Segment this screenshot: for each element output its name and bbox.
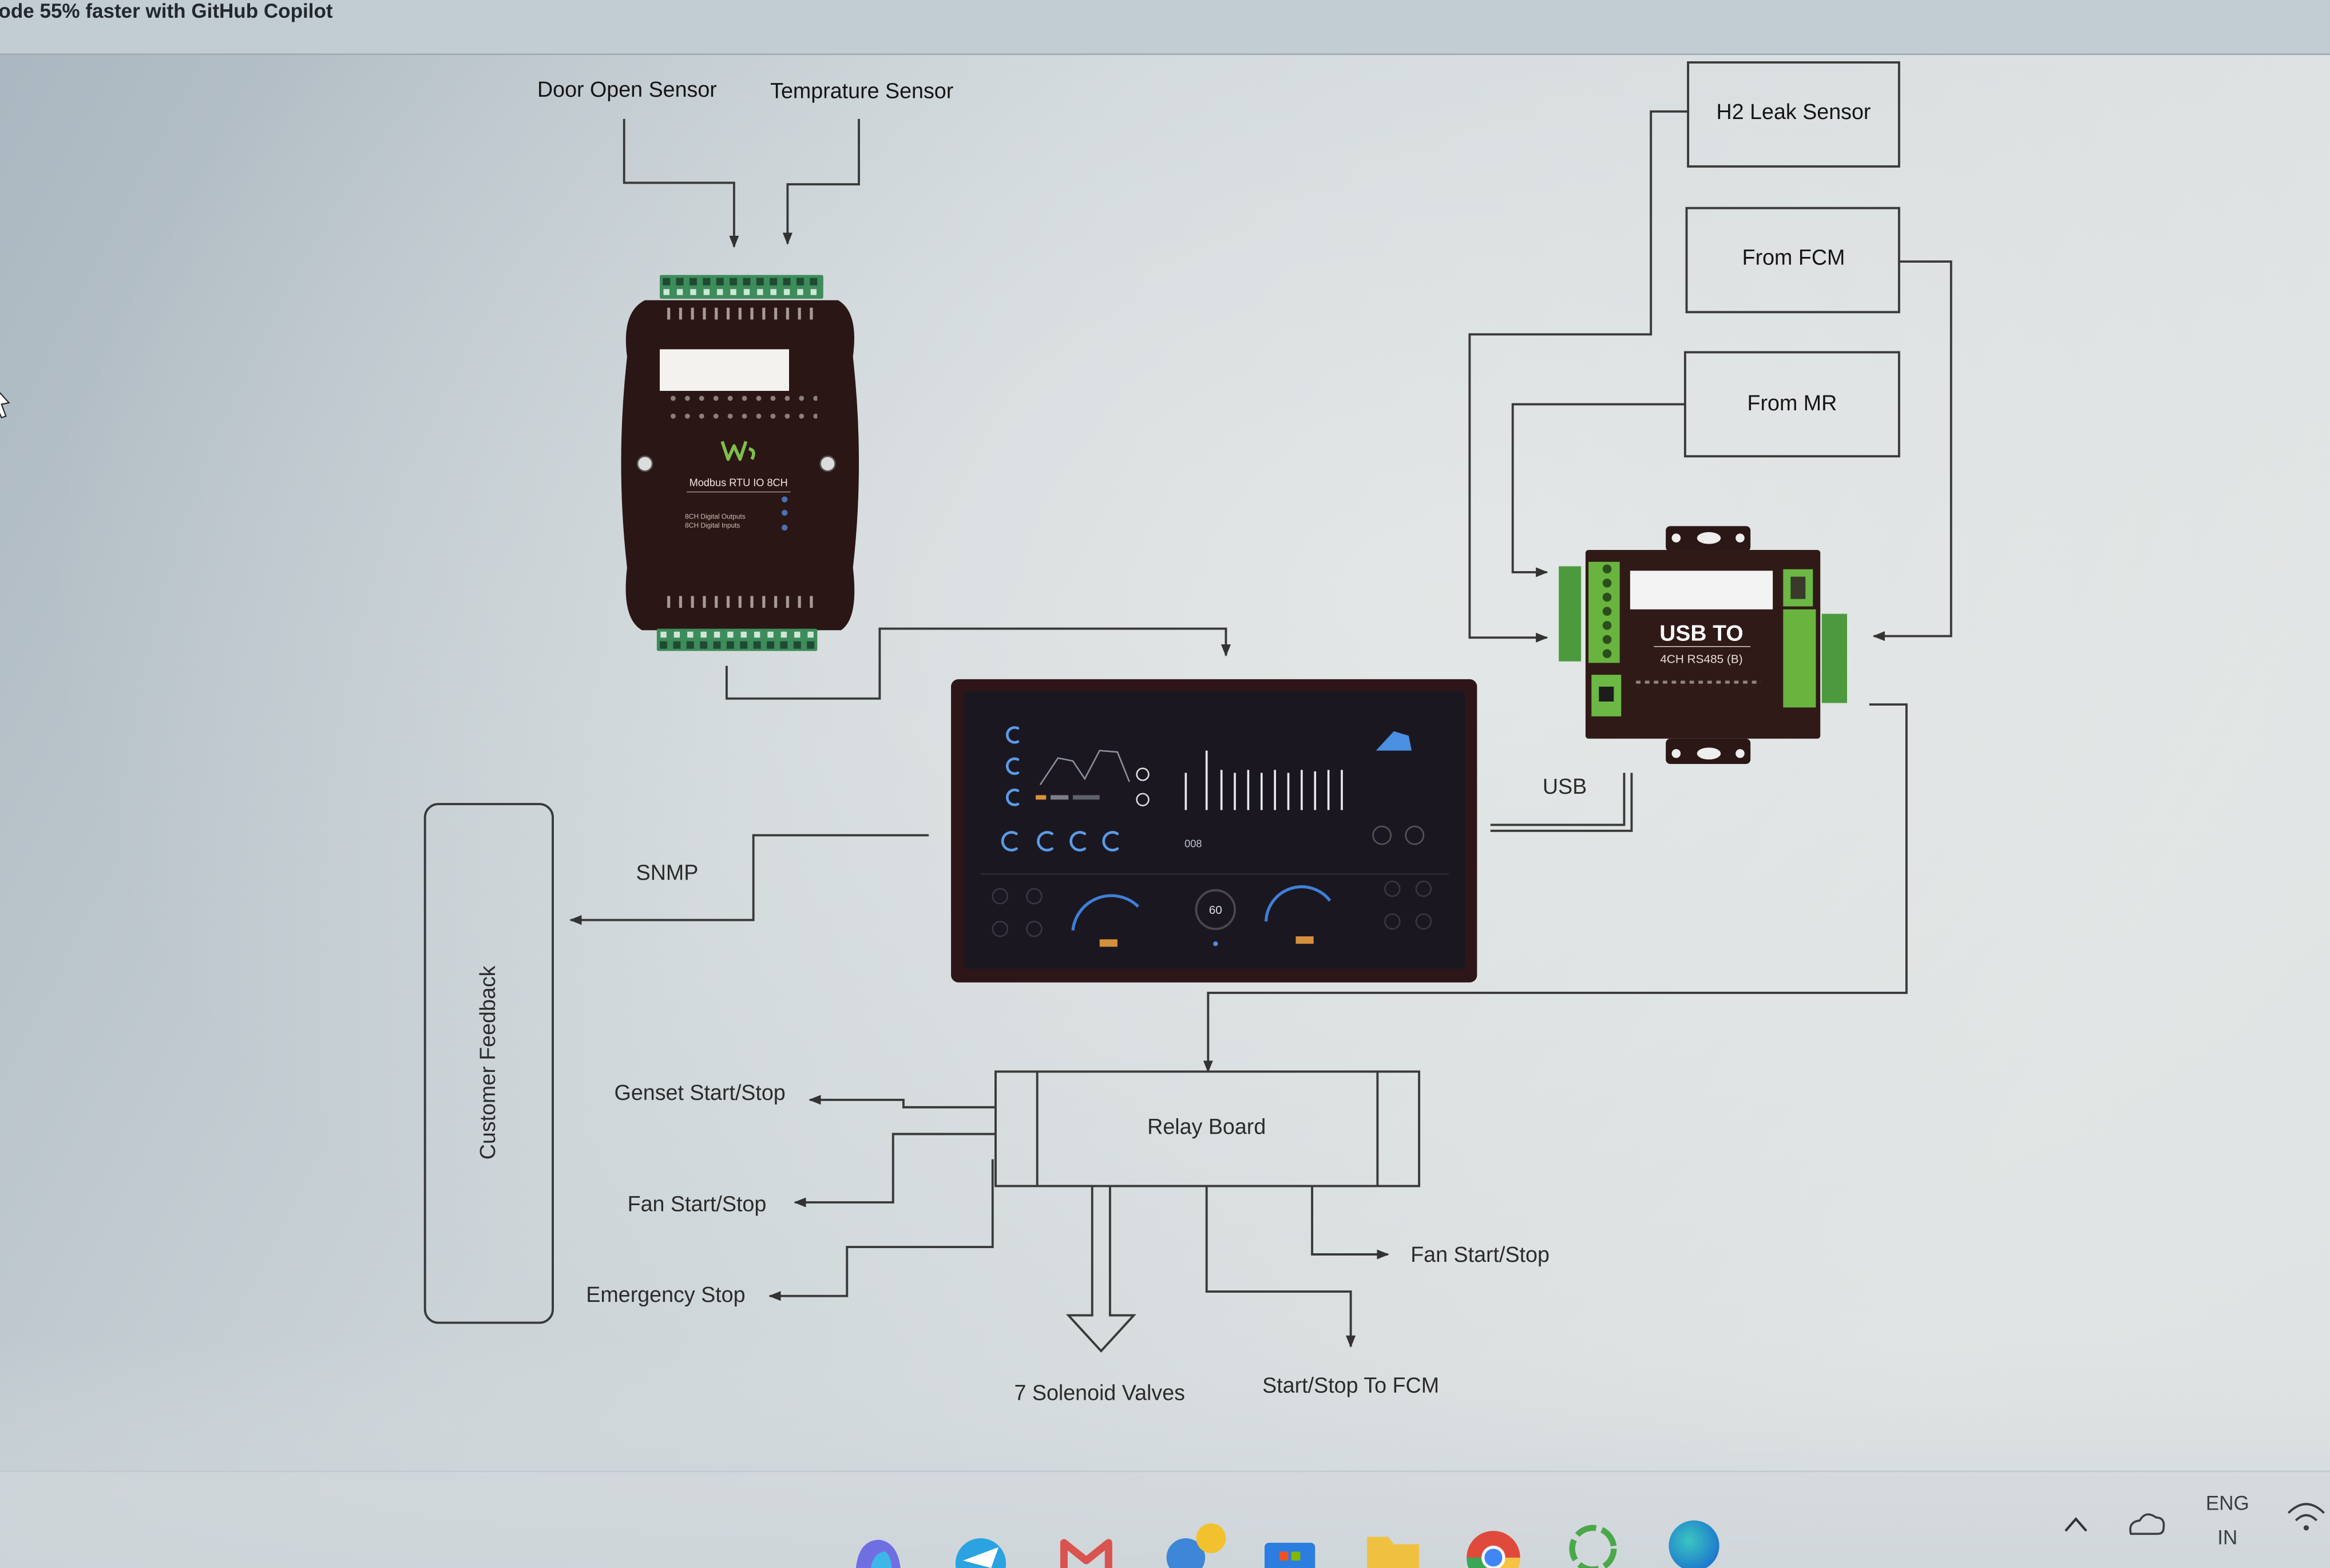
top-banner[interactable] [0, 0, 2330, 54]
converter-pin-labels [1634, 680, 1761, 687]
converter-title: USB TO [1659, 621, 1743, 646]
module-outputs-label: 8CH Digital Outputs [685, 512, 746, 520]
converter-bottom-hole-left [1671, 749, 1681, 758]
top-banner-text[interactable]: ode 55% faster with GitHub Copilot [0, 0, 333, 22]
store-icon[interactable] [1264, 1542, 1315, 1568]
converter-top-hole-left [1671, 533, 1681, 543]
solenoid-valves-label: 7 Solenoid Valves [1014, 1381, 1185, 1405]
converter-bottom-slot [1697, 747, 1721, 760]
top-pin-labels [663, 307, 821, 323]
screen-photo: ode 55% faster with GitHub Copilot Door … [0, 0, 2330, 1568]
door-open-sensor-label: Door Open Sensor [537, 77, 717, 101]
language-region[interactable]: IN [2217, 1526, 2237, 1549]
display-counter-readout: 008 [1184, 838, 1202, 849]
usb-to-rs485-converter: USB TO 4CH RS485 (B) [1559, 526, 1847, 764]
emergency-stop-label: Emergency Stop [586, 1282, 745, 1306]
status-led-rx [781, 524, 788, 531]
status-led-tx [781, 509, 788, 516]
usb-label: USB [1543, 774, 1587, 798]
store-icon-square-red [1279, 1551, 1289, 1561]
right-terminal-inner [1783, 609, 1816, 708]
converter-subtitle: 4CH RS485 (B) [1660, 652, 1742, 666]
converter-window [1630, 571, 1773, 609]
wifi-icon-dot [2303, 1525, 2309, 1531]
top-terminal-screws [660, 275, 823, 299]
display-tag-left [1099, 939, 1118, 947]
left-terminal-screws [1588, 561, 1620, 663]
usb-port [1599, 686, 1614, 702]
left-terminal-outer [1559, 566, 1582, 662]
genset-start-stop-label: Genset Start/Stop [615, 1080, 786, 1104]
mounting-screw-right [819, 456, 836, 472]
snmp-label: SNMP [636, 861, 699, 885]
right-terminal-outer [1821, 613, 1847, 703]
module-model-label: Modbus RTU IO 8CH [690, 477, 788, 488]
language-primary[interactable]: ENG [2206, 1492, 2249, 1515]
display-dial-readout: 60 [1209, 904, 1222, 917]
status-led-power [781, 496, 788, 502]
top-right-connector-pin [1790, 576, 1806, 599]
converter-top-slot [1697, 532, 1721, 544]
h2-leak-sensor-label: H2 Leak Sensor [1717, 100, 1871, 124]
colorful-app-icon-yellow [1196, 1523, 1226, 1554]
fan-start-stop-right-label: Fan Start/Stop [1410, 1242, 1550, 1266]
display-grey-chip-2 [1072, 795, 1100, 800]
converter-top-hole-right [1735, 533, 1745, 543]
mounting-screw-left [636, 456, 653, 472]
chrome-icon-center [1481, 1546, 1505, 1568]
customer-feedback-label: Customer Feedback [475, 965, 500, 1159]
led-row-upper [668, 394, 818, 403]
relay-board-label: Relay Board [1147, 1115, 1266, 1139]
taskbar [0, 1471, 2330, 1568]
from-mr-label: From MR [1747, 391, 1837, 415]
start-stop-to-fcm-label: Start/Stop To FCM [1262, 1373, 1439, 1397]
module-inputs-label: 8CH Digital Inputs [685, 521, 740, 529]
display-tag-right [1295, 936, 1314, 944]
led-row-lower [668, 411, 818, 421]
bottom-terminal-screws [656, 628, 818, 651]
temperature-sensor-label: Temprature Sensor [770, 78, 953, 102]
from-fcm-label: From FCM [1742, 245, 1845, 269]
display-orange-chip [1036, 795, 1047, 800]
module-display-window [660, 349, 789, 391]
display-dial-dot [1213, 941, 1218, 947]
bottom-pin-labels [663, 594, 821, 609]
modbus-io-module: Modbus RTU IO 8CH 8CH Digital Outputs 8C… [621, 275, 859, 651]
fan-start-stop-left-label: Fan Start/Stop [628, 1192, 767, 1216]
store-icon-square-green [1291, 1551, 1301, 1561]
store-icon-bag [1264, 1542, 1315, 1568]
display-grey-chip [1051, 795, 1069, 800]
converter-bottom-hole-right [1735, 749, 1745, 758]
hmi-touch-display: 008 60 [951, 679, 1477, 983]
